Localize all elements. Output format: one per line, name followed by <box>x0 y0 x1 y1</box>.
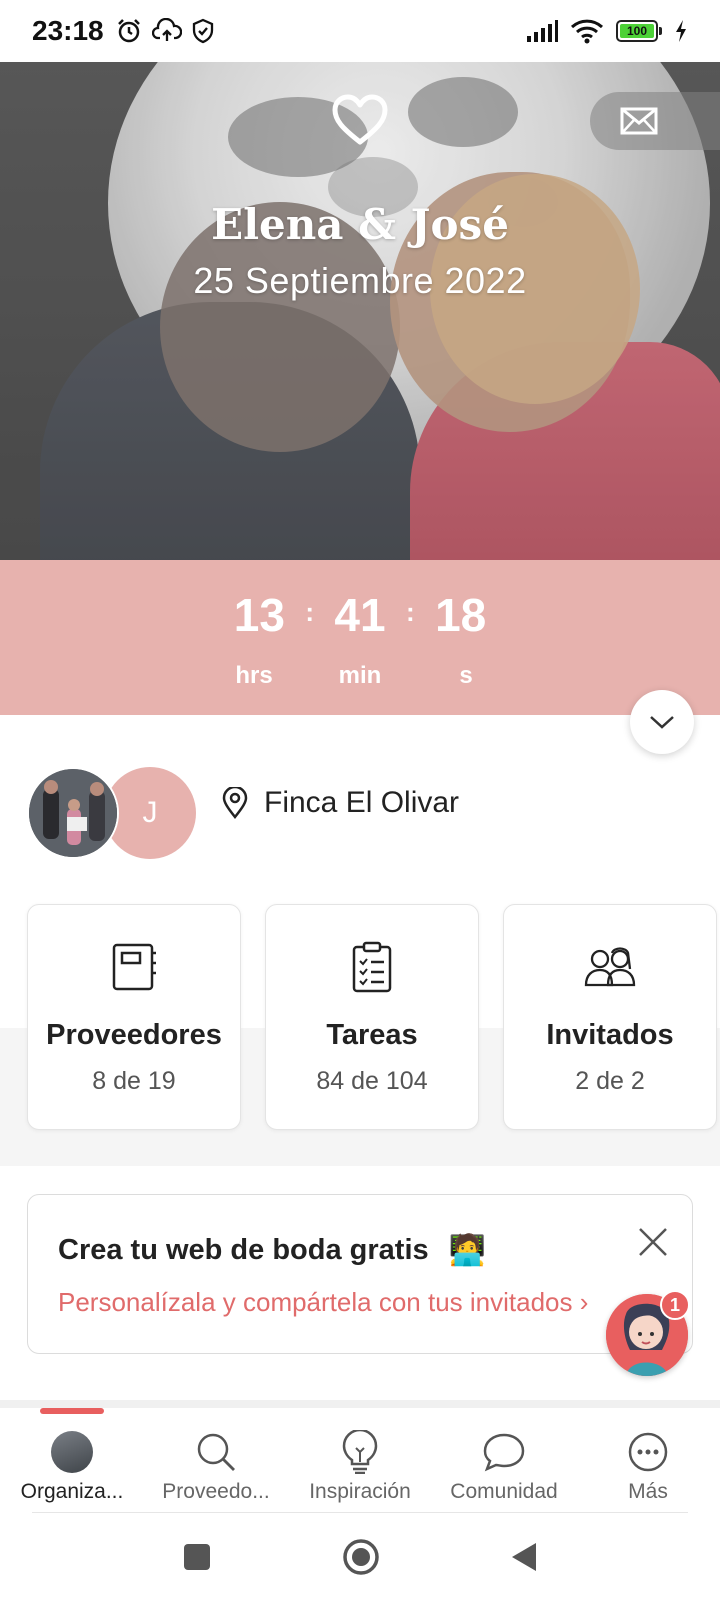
laptop-person-emoji: 🧑‍💻 <box>448 1234 486 1267</box>
countdown-separator: : <box>305 596 314 627</box>
active-tab-indicator <box>40 1408 104 1414</box>
card-subtitle: 2 de 2 <box>575 1067 645 1095</box>
expand-button[interactable] <box>630 690 694 754</box>
card-subtitle: 8 de 19 <box>92 1067 176 1095</box>
partner-initial: J <box>142 796 158 829</box>
promo-title: Crea tu web de boda gratis <box>58 1234 429 1266</box>
countdown-minutes: 41 <box>334 589 386 641</box>
nav-label: Más <box>628 1480 668 1503</box>
countdown-separator: : <box>406 596 415 627</box>
nav-proveedores[interactable]: Proveedo... <box>144 1408 288 1512</box>
card-title: Proveedores <box>46 1019 222 1051</box>
venue-name: Finca El Olivar <box>264 786 460 819</box>
card-proveedores[interactable]: Proveedores 8 de 19 <box>27 904 241 1130</box>
nav-label: Proveedo... <box>162 1480 270 1503</box>
cloud-upload-icon <box>151 18 182 41</box>
heart-icon <box>332 94 388 145</box>
status-right-icons: 100 <box>526 18 688 44</box>
card-title: Invitados <box>546 1019 674 1051</box>
mail-icon <box>620 107 658 135</box>
more-icon <box>628 1432 668 1472</box>
promo-title-row: Crea tu web de boda gratis 🧑‍💻 <box>58 1233 486 1268</box>
card-tareas[interactable]: Tareas 84 de 104 <box>265 904 479 1130</box>
couple-names: Elena & José <box>211 200 509 249</box>
user-avatar[interactable] <box>27 767 119 859</box>
chat-bubble-icon <box>483 1433 525 1472</box>
card-subtitle: 84 de 104 <box>316 1067 428 1095</box>
user-photo <box>29 769 117 857</box>
venue-link[interactable]: Finca El Olivar <box>222 786 459 820</box>
nav-inspiracion[interactable]: Inspiración <box>288 1408 432 1512</box>
wedding-date: 25 Septiembre 2022 <box>193 260 527 301</box>
profile-avatar-icon <box>51 1431 93 1473</box>
lightbulb-icon <box>342 1430 378 1474</box>
card-title: Tareas <box>326 1019 418 1051</box>
charging-icon <box>676 20 686 42</box>
countdown-seconds-label: s <box>459 662 473 689</box>
notification-badge: 1 <box>660 1290 690 1320</box>
nav-organizador[interactable]: Organiza... <box>0 1408 144 1512</box>
signal-icon <box>527 20 558 42</box>
promo-link[interactable]: Personalízala y compártela con tus invit… <box>58 1287 658 1318</box>
search-icon <box>197 1433 235 1471</box>
close-icon[interactable] <box>636 1225 670 1259</box>
countdown-minutes-label: min <box>338 662 382 689</box>
nav-label: Organiza... <box>20 1480 124 1503</box>
guests-icon <box>584 947 636 987</box>
status-bar: 23:18 100 <box>0 0 720 62</box>
nav-label: Inspiración <box>309 1480 411 1503</box>
alarm-icon <box>117 19 140 43</box>
battery-icon: 100 <box>616 20 662 42</box>
hero-cover-photo[interactable]: Elena & José 25 Septiembre 2022 <box>0 62 720 562</box>
home-button[interactable] <box>342 1538 380 1576</box>
promo-arrow: › <box>579 1287 589 1317</box>
nav-mas[interactable]: Más <box>576 1408 720 1512</box>
bottom-navigation: Organiza... Proveedo... Inspiración Comu… <box>0 1408 720 1512</box>
recents-button[interactable] <box>182 1542 212 1572</box>
promo-banner[interactable]: Crea tu web de boda gratis 🧑‍💻 Personalí… <box>27 1194 693 1354</box>
countdown-hours-label: hrs <box>235 662 273 689</box>
chevron-down-icon <box>650 716 674 729</box>
battery-level: 100 <box>620 24 654 38</box>
wifi-icon <box>570 19 604 44</box>
nav-label: Comunidad <box>450 1480 558 1503</box>
checklist-icon <box>352 941 392 993</box>
location-pin-icon <box>222 787 248 819</box>
nav-comunidad[interactable]: Comunidad <box>432 1408 576 1512</box>
system-navigation-bar <box>0 1513 720 1600</box>
card-invitados[interactable]: Invitados 2 de 2 <box>503 904 717 1130</box>
countdown-hours: 13 <box>233 589 285 641</box>
shield-check-icon <box>192 18 213 44</box>
status-time: 23:18 <box>32 15 104 46</box>
countdown-panel: 13 : 41 : 18 hrs min s <box>0 560 720 715</box>
back-button[interactable] <box>510 1541 538 1573</box>
notebook-icon <box>112 943 156 991</box>
mail-button[interactable] <box>590 92 720 150</box>
status-left-icons <box>116 18 214 44</box>
countdown-seconds: 18 <box>435 589 487 641</box>
promo-subtitle: Personalízala y compártela con tus invit… <box>58 1287 573 1317</box>
